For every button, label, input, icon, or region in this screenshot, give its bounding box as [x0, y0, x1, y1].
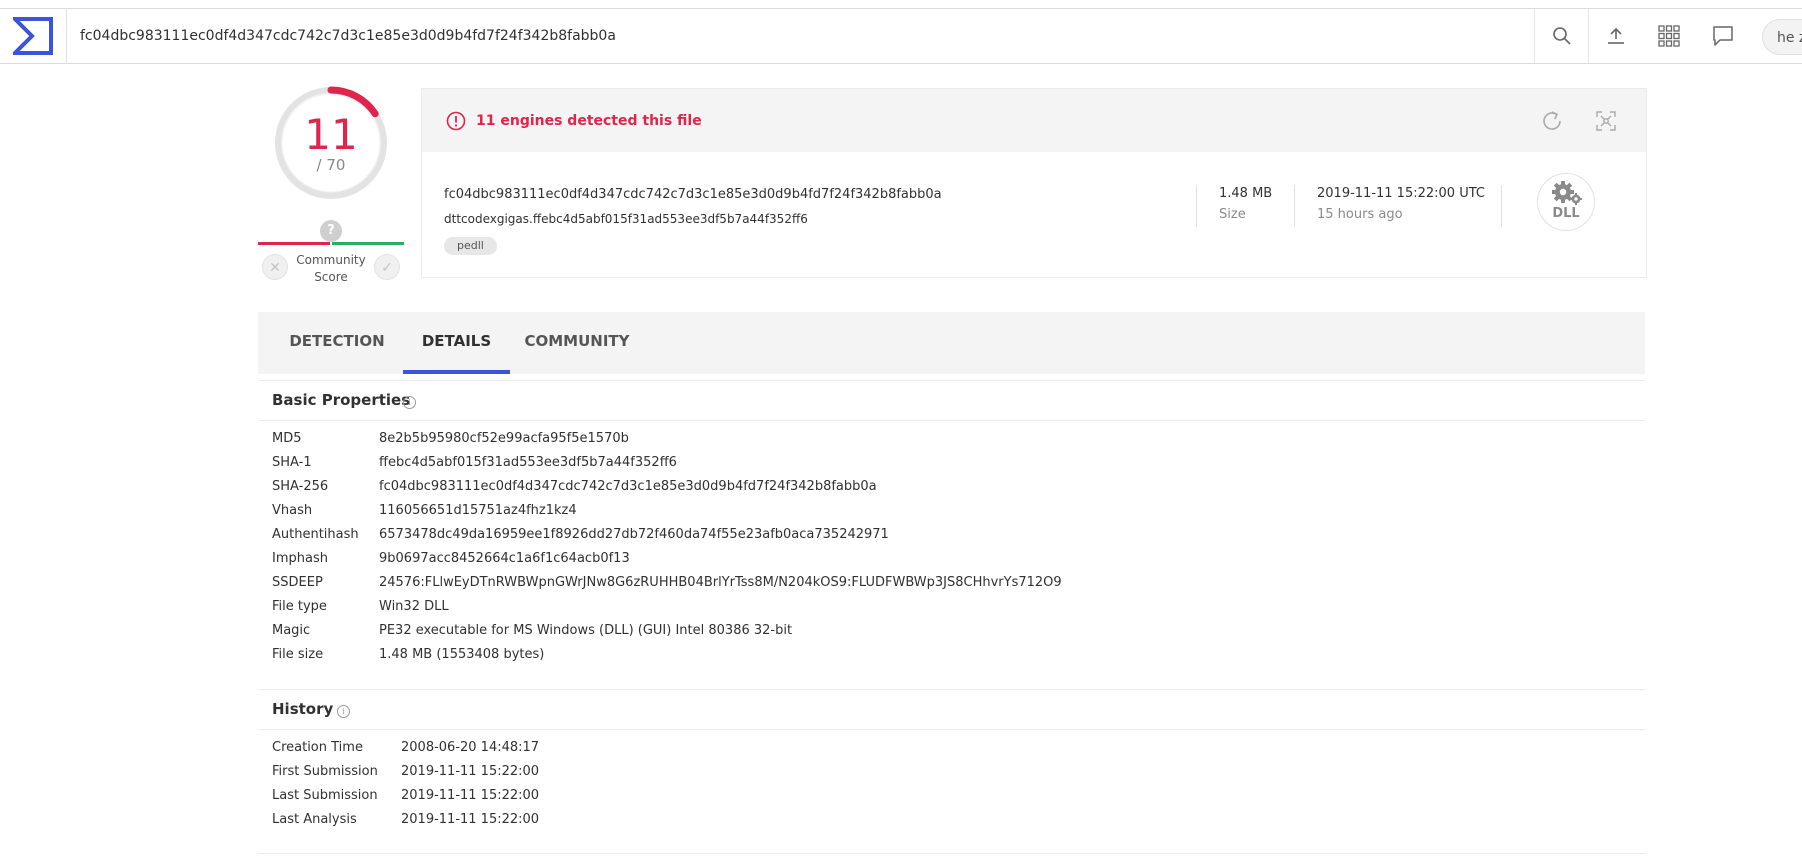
grid-icon	[1658, 25, 1680, 47]
cross-icon: ✕	[269, 260, 281, 276]
property-value: 8e2b5b95980cf52e99acfa95f5e1570b	[379, 431, 629, 446]
search-icon	[1553, 27, 1571, 45]
gears-icon	[1552, 181, 1582, 205]
file-type-badge: DLL	[1537, 173, 1595, 231]
divider	[258, 853, 1645, 854]
history-value: 2019-11-11 15:22:00	[401, 788, 540, 803]
community-bar-malicious	[258, 242, 330, 245]
property-key: SSDEEP	[272, 575, 323, 590]
property-key: File type	[272, 599, 327, 614]
community-score: ? ✕ Community Score ✓	[258, 220, 404, 300]
chat-button[interactable]	[1696, 9, 1750, 63]
info-icon[interactable]: i	[337, 705, 350, 718]
property-key: MD5	[272, 431, 302, 446]
file-size-value: 1.48 MB	[1219, 186, 1273, 201]
search-button[interactable]	[1534, 9, 1589, 63]
property-key: Authentihash	[272, 527, 359, 542]
property-key: Vhash	[272, 503, 313, 518]
tab-community[interactable]: COMMUNITY	[516, 312, 638, 374]
vote-malicious-button[interactable]: ✕	[262, 254, 288, 280]
analysis-relative-time: 15 hours ago	[1317, 207, 1403, 222]
property-key: SHA-1	[272, 455, 312, 470]
history-key: Creation Time	[272, 740, 363, 755]
tab-details[interactable]: DETAILS	[403, 312, 510, 374]
analysis-date: 2019-11-11 15:22:00 UTC	[1317, 186, 1485, 201]
question-icon: ?	[320, 220, 342, 242]
divider	[258, 380, 1645, 381]
search-input[interactable]	[80, 21, 1500, 51]
community-bar-harmless	[332, 242, 404, 245]
property-value: 1.48 MB (1553408 bytes)	[379, 647, 545, 662]
property-value: 116056651d15751az4fhz1kz4	[379, 503, 577, 518]
detection-score: 11 / 70 ? ✕ Community Score ✓	[258, 84, 404, 294]
property-key: File size	[272, 647, 324, 662]
graph-icon[interactable]	[1594, 109, 1618, 133]
report-tabs: DETECTION DETAILS COMMUNITY	[258, 312, 1645, 374]
history-value: 2008-06-20 14:48:17	[401, 740, 540, 755]
detections-count: 11	[304, 110, 358, 159]
file-name: dttcodexgigas.ffebc4d5abf015f31ad553ee3d…	[444, 212, 808, 226]
history-value: 2019-11-11 15:22:00	[401, 812, 540, 827]
tab-detection[interactable]: DETECTION	[278, 312, 396, 374]
logo-icon	[13, 17, 53, 55]
history-key: Last Submission	[272, 788, 378, 803]
upload-icon	[1608, 27, 1624, 44]
basic-properties-title: Basic Properties	[272, 391, 411, 409]
check-icon: ✓	[381, 260, 393, 276]
file-size-label: Size	[1219, 207, 1246, 222]
upload-button[interactable]	[1588, 9, 1643, 63]
property-value: PE32 executable for MS Windows (DLL) (GU…	[379, 623, 793, 638]
info-icon[interactable]: i	[403, 396, 416, 409]
top-bar: he z	[0, 8, 1802, 64]
history-title: History	[272, 700, 334, 718]
history-key: Last Analysis	[272, 812, 357, 827]
file-type-label: DLL	[1552, 206, 1580, 221]
vote-harmless-button[interactable]: ✓	[374, 254, 400, 280]
property-value: 24576:FLlwEyDTnRWBWpnGWrJNw8G6zRUHHB04Br…	[379, 575, 1062, 590]
chat-icon	[1713, 26, 1733, 46]
file-hash[interactable]: fc04dbc983111ec0df4d347cdc742c7d3c1e85e3…	[444, 187, 942, 202]
property-key: Magic	[272, 623, 311, 638]
divider	[258, 689, 1645, 690]
apps-button[interactable]	[1642, 9, 1696, 63]
divider	[1196, 185, 1197, 227]
property-value: 9b0697acc8452664c1a6f1c64acb0f13	[379, 551, 630, 566]
alert-icon	[446, 111, 466, 131]
property-value: fc04dbc983111ec0df4d347cdc742c7d3c1e85e3…	[379, 479, 877, 494]
property-value: Win32 DLL	[379, 599, 449, 614]
property-value: ffebc4d5abf015f31ad553ee3df5b7a44f352ff6	[379, 455, 677, 470]
property-value: 6573478dc49da16959ee1f8926dd27db72f460da…	[379, 527, 889, 542]
file-tag[interactable]: pedll	[444, 237, 497, 255]
divider	[258, 420, 1645, 421]
property-key: SHA-256	[272, 479, 329, 494]
community-score-label: Community Score	[296, 253, 366, 284]
divider	[1501, 185, 1502, 227]
property-key: Imphash	[272, 551, 328, 566]
file-summary-card: 11 engines detected this file fc04dbc983…	[421, 88, 1647, 278]
engines-total: / 70	[316, 156, 346, 174]
history-value: 2019-11-11 15:22:00	[401, 764, 540, 779]
history-key: First Submission	[272, 764, 378, 779]
detection-alert-text: 11 engines detected this file	[476, 113, 702, 129]
divider	[258, 729, 1645, 730]
virustotal-logo[interactable]	[0, 9, 67, 63]
divider	[1294, 185, 1295, 227]
user-menu[interactable]: he z	[1762, 19, 1802, 55]
detection-alert-bar: 11 engines detected this file	[422, 89, 1646, 152]
reanalyze-icon[interactable]	[1540, 109, 1564, 133]
